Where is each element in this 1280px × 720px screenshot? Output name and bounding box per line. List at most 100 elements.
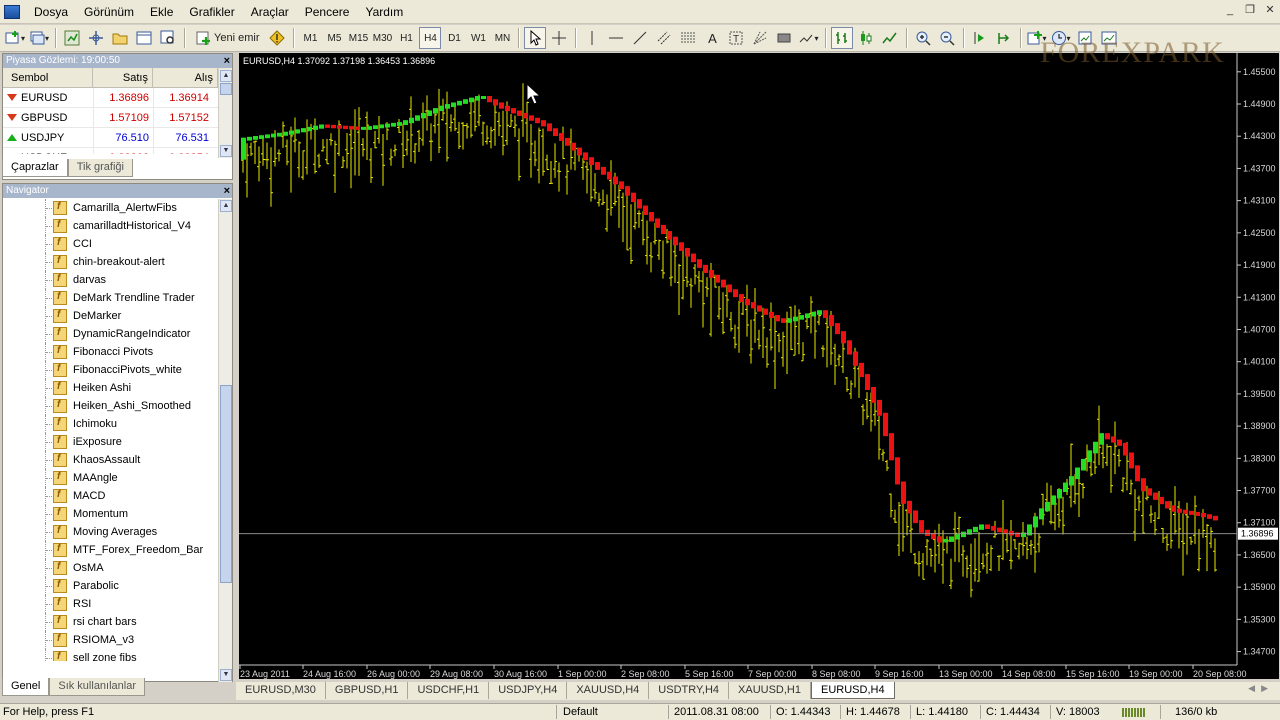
cursor-tool-button[interactable] (524, 27, 547, 49)
gann-button[interactable] (749, 27, 771, 49)
navigator-indicator-item[interactable]: Ichimoku (3, 415, 218, 433)
chart-tab[interactable]: USDCHF,H1 (408, 682, 490, 699)
chart-tab[interactable]: XAUUSD,H4 (567, 682, 650, 699)
scroll-thumb[interactable] (220, 83, 232, 95)
menu-window[interactable]: Pencere (297, 0, 358, 24)
navigator-indicator-item[interactable]: rsi chart bars (3, 613, 218, 631)
market-watch-row[interactable]: GBPUSD 1.57109 1.57152 (3, 107, 232, 128)
column-ask[interactable]: Alış (153, 68, 218, 87)
chart-tab[interactable]: USDJPY,H4 (489, 682, 568, 699)
close-icon[interactable]: × (224, 54, 230, 68)
scroll-down-icon[interactable]: ▼ (220, 669, 232, 681)
navigator-indicator-item[interactable]: DynamicRangeIndicator (3, 325, 218, 343)
navigator-indicator-item[interactable]: Parabolic (3, 577, 218, 595)
menu-view[interactable]: Görünüm (76, 0, 142, 24)
scroll-up-icon[interactable]: ▲ (220, 200, 232, 212)
navigator-indicator-item[interactable]: CCI (3, 235, 218, 253)
fibonacci-button[interactable] (677, 27, 699, 49)
navigator-indicator-item[interactable]: Moving Averages (3, 523, 218, 541)
navigator-indicator-item[interactable]: RSI (3, 595, 218, 613)
menu-insert[interactable]: Ekle (142, 0, 181, 24)
navigator-indicator-item[interactable]: camarilladtHistorical_V4 (3, 217, 218, 235)
tf-m15[interactable]: M15 (347, 27, 369, 49)
expert-advisors-button[interactable] (266, 27, 288, 49)
tab-scroll-arrows-icon[interactable]: ◀▶ (1248, 683, 1274, 694)
chart-tab[interactable]: EURUSD,H4 (811, 682, 895, 699)
navigator-indicator-item[interactable]: darvas (3, 271, 218, 289)
tab-favorites[interactable]: Sık kullanılanlar (49, 678, 146, 696)
navigator-button[interactable] (109, 27, 131, 49)
minimize-icon[interactable]: _ (1222, 3, 1238, 18)
tab-crosses[interactable]: Çaprazlar (2, 159, 68, 177)
text-button[interactable]: A (701, 27, 723, 49)
data-window-button[interactable] (85, 27, 107, 49)
market-watch-row[interactable]: USDCHF 0.888020.88854 (3, 147, 232, 154)
navigator-indicator-item[interactable]: OsMA (3, 559, 218, 577)
new-order-button[interactable]: Yeni emir (190, 27, 264, 49)
autoscroll-button[interactable] (969, 27, 991, 49)
chart-tab[interactable]: GBPUSD,H1 (326, 682, 409, 699)
menu-help[interactable]: Yardım (357, 0, 411, 24)
restore-icon[interactable]: ❐ (1242, 3, 1258, 18)
scroll-down-icon[interactable]: ▼ (220, 145, 232, 157)
navigator-indicator-item[interactable]: Heiken Ashi (3, 379, 218, 397)
trendline-button[interactable] (629, 27, 651, 49)
tf-h1[interactable]: H1 (395, 27, 417, 49)
navigator-indicator-item[interactable]: MAAngle (3, 469, 218, 487)
column-bid[interactable]: Satış (93, 68, 153, 87)
navigator-indicator-item[interactable]: FibonacciPivots_white (3, 361, 218, 379)
tf-w1[interactable]: W1 (467, 27, 489, 49)
horizontal-line-button[interactable] (605, 27, 627, 49)
chart-tab[interactable]: USDTRY,H4 (649, 682, 730, 699)
tf-d1[interactable]: D1 (443, 27, 465, 49)
shapes-button[interactable] (773, 27, 795, 49)
scroll-up-icon[interactable]: ▲ (220, 70, 232, 82)
navigator-indicator-item[interactable]: MTF_Forex_Freedom_Bar (3, 541, 218, 559)
chart-tab[interactable]: EURUSD,M30 (236, 682, 326, 699)
vertical-line-button[interactable] (581, 27, 603, 49)
column-symbol[interactable]: Sembol (3, 68, 93, 87)
line-chart-button[interactable] (879, 27, 901, 49)
channel-button[interactable] (653, 27, 675, 49)
text-label-button[interactable]: T (725, 27, 747, 49)
price-chart[interactable]: 1.45500 1.44900 1.44300 1.43700 1.43100 1.425… (239, 53, 1279, 679)
navigator-indicator-item[interactable]: RSIOMA_v3 (3, 631, 218, 649)
chart-tab[interactable]: XAUUSD,H1 (729, 682, 811, 699)
tf-m5[interactable]: M5 (323, 27, 345, 49)
tf-m1[interactable]: M1 (299, 27, 321, 49)
navigator-indicator-item[interactable]: Camarilla_AlertwFibs (3, 199, 218, 217)
market-watch-row[interactable]: EURUSD 1.36896 1.36914 (3, 88, 232, 108)
market-watch-scrollbar[interactable]: ▲ ▼ (218, 69, 232, 158)
scroll-thumb[interactable] (220, 385, 232, 583)
navigator-indicator-item[interactable]: DeMarker (3, 307, 218, 325)
candlestick-button[interactable] (855, 27, 877, 49)
navigator-indicator-item[interactable]: Heiken_Ashi_Smoothed (3, 397, 218, 415)
zoom-in-button[interactable] (912, 27, 934, 49)
tf-m30[interactable]: M30 (371, 27, 393, 49)
profiles-button[interactable]: ▾ (28, 27, 50, 49)
new-chart-button[interactable]: ▾ (4, 27, 26, 49)
navigator-indicator-item[interactable]: KhaosAssault (3, 451, 218, 469)
tab-tick-chart[interactable]: Tik grafiği (67, 159, 133, 177)
navigator-indicator-item[interactable]: MACD (3, 487, 218, 505)
crosshair-tool-button[interactable] (548, 27, 570, 49)
terminal-button[interactable] (133, 27, 155, 49)
menu-tools[interactable]: Araçlar (243, 0, 297, 24)
close-icon[interactable]: × (224, 184, 230, 198)
tester-button[interactable] (157, 27, 179, 49)
tf-h4[interactable]: H4 (419, 27, 442, 49)
navigator-indicator-item[interactable]: Momentum (3, 505, 218, 523)
arrows-button[interactable]: ▾ (797, 27, 819, 49)
bar-chart-button[interactable] (830, 27, 853, 49)
navigator-indicator-item[interactable]: sell zone fibs (3, 649, 218, 661)
market-watch-button[interactable] (61, 27, 83, 49)
menu-file[interactable]: Dosya (26, 0, 76, 24)
tf-mn[interactable]: MN (491, 27, 513, 49)
market-watch-row[interactable]: USDJPY 76.510 76.531 (3, 127, 232, 148)
zoom-out-button[interactable] (936, 27, 958, 49)
chart-shift-button[interactable] (993, 27, 1015, 49)
menu-charts[interactable]: Grafikler (181, 0, 242, 24)
navigator-indicator-item[interactable]: Fibonacci Pivots (3, 343, 218, 361)
navigator-indicator-item[interactable]: iExposure (3, 433, 218, 451)
navigator-indicator-item[interactable]: chin-breakout-alert (3, 253, 218, 271)
